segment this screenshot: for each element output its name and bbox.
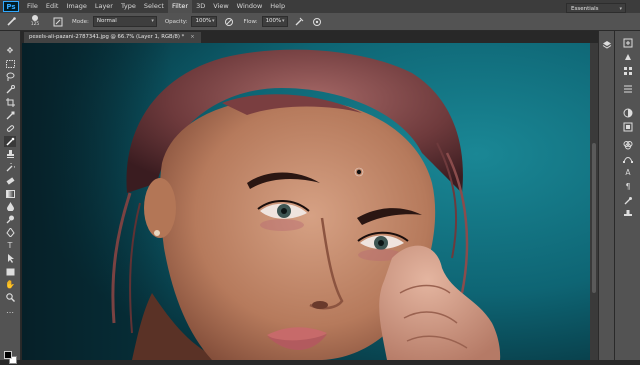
- flow-label: Flow:: [243, 18, 258, 25]
- vertical-scrollbar[interactable]: [590, 43, 598, 360]
- pen-tool-icon[interactable]: [4, 227, 16, 238]
- left-pupil: [281, 208, 287, 214]
- brush-size-value: 125: [30, 22, 40, 27]
- hand-tool-icon[interactable]: ✋: [4, 279, 16, 290]
- lasso-tool-icon[interactable]: [4, 71, 16, 82]
- close-icon[interactable]: ×: [190, 34, 194, 40]
- menu-bar: Ps File Edit Image Layer Type Select Fil…: [0, 0, 640, 13]
- clone-source-icon[interactable]: [622, 209, 634, 220]
- menu-3d[interactable]: 3D: [192, 0, 209, 13]
- dodge-tool-icon[interactable]: [4, 214, 16, 225]
- mode-label: Mode:: [72, 18, 89, 25]
- chevron-down-icon: ▾: [619, 6, 622, 12]
- brush-size-picker[interactable]: 125: [24, 14, 46, 29]
- left-eye-shadow: [260, 219, 304, 231]
- brush-settings-icon[interactable]: [622, 195, 634, 206]
- photoshop-logo: Ps: [3, 1, 19, 12]
- healing-brush-tool-icon[interactable]: [4, 123, 16, 134]
- gradient-tool-icon[interactable]: [4, 188, 16, 199]
- marquee-tool-icon[interactable]: [4, 58, 16, 69]
- menu-select[interactable]: Select: [140, 0, 168, 13]
- document-tab-title: pexels-ali-pazani-2787341.jpg @ 66.7% (L…: [29, 34, 185, 40]
- crop-tool-icon[interactable]: [4, 97, 16, 108]
- opacity-field[interactable]: 100% ▾: [191, 16, 218, 27]
- brush-panel-toggle-icon[interactable]: [51, 15, 64, 28]
- document-canvas[interactable]: [22, 43, 590, 360]
- paragraph-icon[interactable]: ¶: [622, 181, 634, 192]
- menu-filter[interactable]: Filter: [167, 0, 193, 13]
- scrollbar-thumb[interactable]: [592, 143, 596, 293]
- brush-tool-icon[interactable]: [4, 136, 16, 147]
- layers-stack-icon[interactable]: [601, 39, 613, 50]
- pressure-size-icon[interactable]: [311, 15, 324, 28]
- workspace-switcher[interactable]: Essentials ▾: [566, 3, 626, 13]
- path-selection-tool-icon[interactable]: [4, 253, 16, 264]
- opacity-label: Opacity:: [164, 18, 188, 25]
- menu-type[interactable]: Type: [117, 0, 140, 13]
- earring: [154, 230, 160, 236]
- brush-cursor-icon: [356, 169, 362, 175]
- paths-icon[interactable]: [622, 153, 634, 164]
- history-icon[interactable]: [622, 37, 634, 48]
- menu-edit[interactable]: Edit: [42, 0, 63, 13]
- opacity-value: 100%: [195, 18, 212, 24]
- rectangle-tool-icon[interactable]: [4, 266, 16, 277]
- swatches-panel-icon[interactable]: [622, 65, 634, 76]
- color-swatches[interactable]: [4, 351, 18, 365]
- brush-tool-preset-icon[interactable]: [5, 15, 18, 28]
- chevron-down-icon: ▾: [151, 18, 154, 24]
- nostril: [312, 301, 328, 309]
- photoshop-window: Ps File Edit Image Layer Type Select Fil…: [0, 0, 640, 364]
- right-pupil: [378, 240, 384, 246]
- pressure-opacity-icon[interactable]: [222, 15, 235, 28]
- workspace-value: Essentials: [571, 6, 599, 12]
- airbrush-icon[interactable]: [293, 15, 306, 28]
- menu-window[interactable]: Window: [233, 0, 267, 13]
- color-panel-icon[interactable]: [622, 51, 634, 62]
- options-bar: 125 Mode: Normal ▾ Opacity: 100% ▾ Flow:…: [0, 13, 640, 31]
- zoom-tool-icon[interactable]: [4, 292, 16, 303]
- channels-icon[interactable]: [622, 139, 634, 150]
- collapsed-panel-dock: [598, 31, 614, 360]
- document-tab-bar: pexels-ali-pazani-2787341.jpg @ 66.7% (L…: [22, 31, 598, 43]
- menu-help[interactable]: Help: [266, 0, 289, 13]
- move-tool-icon[interactable]: ✥: [4, 45, 16, 56]
- chevron-down-icon: ▾: [211, 18, 215, 24]
- flow-value: 100%: [265, 18, 282, 24]
- blur-tool-icon[interactable]: [4, 201, 16, 212]
- tools-panel: ✥ T ✋ ⋯: [0, 31, 21, 364]
- blend-mode-select[interactable]: Normal ▾: [92, 16, 157, 27]
- menu-layer[interactable]: Layer: [91, 0, 117, 13]
- type-tool-icon[interactable]: T: [4, 240, 16, 251]
- brush-tip-icon: [32, 15, 38, 21]
- more-tools-icon[interactable]: ⋯: [4, 307, 16, 318]
- eyedropper-tool-icon[interactable]: [4, 110, 16, 121]
- menu-file[interactable]: File: [23, 0, 42, 13]
- properties-icon[interactable]: [622, 83, 634, 94]
- blend-mode-value: Normal: [96, 18, 117, 24]
- eraser-tool-icon[interactable]: [4, 175, 16, 186]
- right-panel-strip: A ¶: [614, 31, 640, 360]
- document-tab[interactable]: pexels-ali-pazani-2787341.jpg @ 66.7% (L…: [24, 32, 201, 43]
- history-brush-tool-icon[interactable]: [4, 162, 16, 173]
- canvas-image: [22, 43, 590, 360]
- clone-stamp-tool-icon[interactable]: [4, 149, 16, 160]
- quick-selection-tool-icon[interactable]: [4, 84, 16, 95]
- menu-image[interactable]: Image: [62, 0, 90, 13]
- foreground-color-swatch[interactable]: [4, 351, 12, 359]
- flow-field[interactable]: 100% ▾: [261, 16, 288, 27]
- chevron-down-icon: ▾: [282, 18, 285, 24]
- adjustments-icon[interactable]: [622, 107, 634, 118]
- styles-icon[interactable]: [622, 121, 634, 132]
- menu-view[interactable]: View: [209, 0, 232, 13]
- ear: [144, 178, 176, 238]
- type-panel-icon[interactable]: A: [622, 167, 634, 178]
